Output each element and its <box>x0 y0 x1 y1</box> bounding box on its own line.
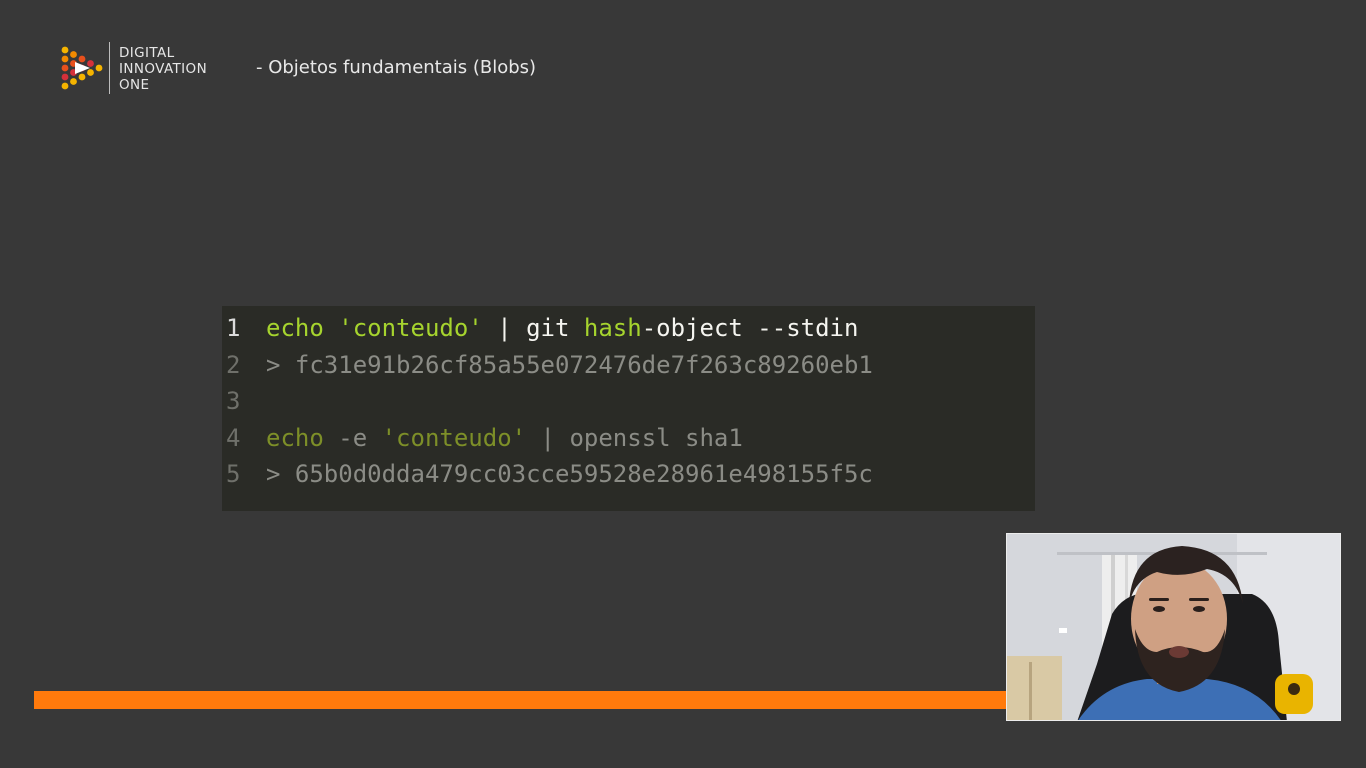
code-line: 4 echo -e 'conteudo' | openssl sha1 <box>222 420 743 456</box>
logo-dot <box>61 64 69 72</box>
logo-divider <box>109 42 110 94</box>
line-number: 5 <box>226 460 241 488</box>
logo-dot <box>61 82 69 90</box>
brand-wordmark: DIGITAL INNOVATION ONE <box>119 45 207 93</box>
brand-line-3: ONE <box>119 77 150 93</box>
line-number: 1 <box>226 314 241 342</box>
presenter-webcam <box>1006 533 1341 721</box>
code-line: 5 > 65b0d0dda479cc03cce59528e28961e498155… <box>222 456 873 492</box>
logo-dot <box>95 64 103 72</box>
logo-dot <box>61 73 69 81</box>
logo-dot <box>78 73 86 81</box>
video-progress-fill <box>34 691 1006 709</box>
code-block: 1 echo 'conteudo' | git hash-object --std… <box>222 306 1035 511</box>
code-line: 3 <box>222 383 266 419</box>
video-progress-bar[interactable] <box>34 691 1006 709</box>
code-line: 1 echo 'conteudo' | git hash-object --std… <box>222 310 858 346</box>
logo-dot <box>87 69 94 76</box>
triangle-dots-logo-icon <box>61 46 103 90</box>
line-number: 2 <box>226 350 241 379</box>
slide-title: - Objetos fundamentais (Blobs) <box>256 57 537 78</box>
logo-dot <box>87 60 94 67</box>
slide-stage: DIGITAL INNOVATION ONE - Objetos fundame… <box>0 0 1366 768</box>
logo-dot <box>70 51 77 58</box>
logo-dot <box>70 78 77 85</box>
code-token: 'conteudo' <box>381 423 527 452</box>
brand-line-1: DIGITAL <box>119 45 175 61</box>
code-token: -e <box>323 423 382 452</box>
code-token: echo <box>266 314 324 342</box>
code-token: > 65b0d0dda479cc03cce59528e28961e498155f… <box>266 460 873 488</box>
logo-dot <box>61 55 69 63</box>
code-token: | git <box>482 314 584 342</box>
line-number: 4 <box>226 423 241 452</box>
line-number: 3 <box>226 387 241 415</box>
logo-dot <box>61 46 69 54</box>
code-token: > fc31e91b26cf85a55e072476de7f263c89260e… <box>266 350 873 379</box>
code-token: 'conteudo' <box>338 314 483 342</box>
presenter-video-icon <box>1007 534 1340 720</box>
code-token: echo <box>266 423 324 452</box>
logo-dot <box>78 55 86 63</box>
brand-line-2: INNOVATION <box>119 61 208 77</box>
code-line: 2 > fc31e91b26cf85a55e072476de7f263c89260… <box>222 347 873 383</box>
code-token: -object --stdin <box>641 314 859 342</box>
code-token: hash <box>583 314 642 342</box>
code-token: | openssl sha1 <box>526 423 743 452</box>
